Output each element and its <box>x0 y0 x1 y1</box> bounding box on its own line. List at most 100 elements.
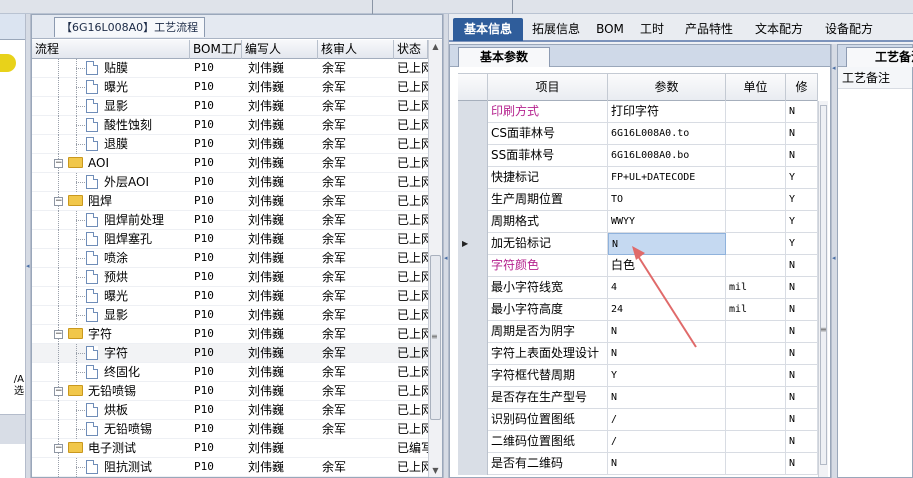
collapse-toggle-icon[interactable]: − <box>54 387 63 396</box>
param-value-cell[interactable]: TO <box>608 189 726 211</box>
tree-node-label[interactable]: 字符 <box>86 344 128 363</box>
tree-step-row[interactable]: 酸性蚀刻 P10 刘伟巍 余军 已上网 <box>32 116 428 135</box>
tree-step-row[interactable]: 显影 P10 刘伟巍 余军 已上网 <box>32 306 428 325</box>
row-indicator[interactable] <box>458 299 488 321</box>
row-indicator[interactable] <box>458 365 488 387</box>
row-indicator[interactable] <box>458 189 488 211</box>
collapse-arrow-icon[interactable]: ◂ <box>832 64 836 72</box>
tree-step-row[interactable]: 终固化 P10 刘伟巍 余军 已上网 <box>32 363 428 382</box>
tree-group-row[interactable]: − AOI P10 刘伟巍 余军 已上网 <box>32 154 428 173</box>
row-indicator[interactable] <box>458 145 488 167</box>
param-row[interactable]: 字符上表面处理设计 N N <box>458 343 818 365</box>
row-indicator[interactable] <box>458 343 488 365</box>
param-value-cell[interactable]: 4 <box>608 277 726 299</box>
tree-node-label[interactable]: 阻焊前处理 <box>86 211 164 230</box>
param-row[interactable]: 识别码位置图纸 / N <box>458 409 818 431</box>
param-row[interactable]: 快捷标记 FP+UL+DATECODE Y <box>458 167 818 189</box>
param-modify-cell[interactable]: N <box>786 321 818 343</box>
collapse-arrow-icon[interactable]: ◂ <box>832 254 836 262</box>
param-value-cell[interactable]: / <box>608 431 726 453</box>
param-value-cell[interactable]: N <box>608 233 726 255</box>
tree-node-label[interactable]: 无铅喷锡 <box>68 382 136 401</box>
tree-step-row[interactable]: 阻焊塞孔 P10 刘伟巍 余军 已上网 <box>32 230 428 249</box>
collapse-toggle-icon[interactable]: − <box>54 197 63 206</box>
param-modify-cell[interactable]: N <box>786 387 818 409</box>
tab-work-hours[interactable]: 工时 <box>633 18 671 41</box>
param-row[interactable]: 是否有二维码 N N <box>458 453 818 475</box>
row-indicator[interactable] <box>458 101 488 123</box>
param-row[interactable]: 字符框代替周期 Y N <box>458 365 818 387</box>
tree-node-label[interactable]: 显影 <box>86 97 128 116</box>
tree-group-row[interactable]: − 阻焊 P10 刘伟巍 余军 已上网 <box>32 192 428 211</box>
row-indicator[interactable] <box>458 277 488 299</box>
param-modify-cell[interactable]: N <box>786 101 818 123</box>
param-modify-cell[interactable]: Y <box>786 189 818 211</box>
row-indicator[interactable] <box>458 167 488 189</box>
param-modify-cell[interactable]: N <box>786 431 818 453</box>
row-indicator[interactable] <box>458 255 488 277</box>
param-modify-cell[interactable]: N <box>786 343 818 365</box>
tree-step-row[interactable]: 字符 P10 刘伟巍 余军 已上网 <box>32 344 428 363</box>
param-value-cell[interactable]: 6G16L008A0.to <box>608 123 726 145</box>
param-value-cell[interactable]: 白色 <box>608 255 726 277</box>
row-indicator[interactable] <box>458 431 488 453</box>
param-row[interactable]: CS面菲林号 6G16L008A0.to N <box>458 123 818 145</box>
grid-header-item[interactable]: 项目 <box>488 74 608 101</box>
param-value-cell[interactable]: 24 <box>608 299 726 321</box>
row-indicator[interactable] <box>458 409 488 431</box>
tree-group-row[interactable]: − 字符 P10 刘伟巍 余军 已上网 <box>32 325 428 344</box>
param-modify-cell[interactable]: N <box>786 453 818 475</box>
tree-step-row[interactable]: 阻焊前处理 P10 刘伟巍 余军 已上网 <box>32 211 428 230</box>
param-modify-cell[interactable]: N <box>786 277 818 299</box>
tree-step-row[interactable]: 预烘 P10 刘伟巍 余军 已上网 <box>32 268 428 287</box>
param-modify-cell[interactable]: N <box>786 299 818 321</box>
param-modify-cell[interactable]: N <box>786 123 818 145</box>
column-header-bom[interactable]: BOM工厂 <box>190 40 242 59</box>
collapse-toggle-icon[interactable]: − <box>54 444 63 453</box>
collapse-toggle-icon[interactable]: − <box>54 159 63 168</box>
process-flow-scrollbar[interactable]: ▲ ≡ ▼ <box>428 40 442 477</box>
collapse-toggle-icon[interactable]: − <box>54 330 63 339</box>
collapse-arrow-icon[interactable]: ◂ <box>26 262 30 270</box>
param-row[interactable]: 二维码位置图纸 / N <box>458 431 818 453</box>
row-indicator[interactable] <box>458 453 488 475</box>
param-value-cell[interactable]: 6G16L008A0.bo <box>608 145 726 167</box>
tree-node-label[interactable]: 显影 <box>86 306 128 325</box>
param-value-cell[interactable]: Y <box>608 365 726 387</box>
param-modify-cell[interactable]: Y <box>786 233 818 255</box>
tree-node-label[interactable]: 无铅喷锡 <box>86 420 152 439</box>
tree-node-label[interactable]: 曝光 <box>86 287 128 306</box>
grid-header-modify[interactable]: 修 <box>786 74 818 101</box>
tab-text-recipe[interactable]: 文本配方 <box>747 18 811 41</box>
tree-node-label[interactable]: 酸性蚀刻 <box>86 116 152 135</box>
grid-scrollbar[interactable]: ≡ <box>818 101 828 477</box>
param-value-cell[interactable]: / <box>608 409 726 431</box>
tree-node-label[interactable]: 贴膜 <box>86 59 128 78</box>
tree-node-label[interactable]: 烘板 <box>86 401 128 420</box>
param-modify-cell[interactable]: Y <box>786 211 818 233</box>
tab-equipment-recipe[interactable]: 设备配方 <box>817 18 881 41</box>
param-value-cell[interactable]: WWYY <box>608 211 726 233</box>
collapse-arrow-icon[interactable]: ◂ <box>444 254 448 262</box>
scroll-down-icon[interactable]: ▼ <box>429 464 442 477</box>
param-row[interactable]: 最小字符高度 24 mil N <box>458 299 818 321</box>
param-modify-cell[interactable]: N <box>786 409 818 431</box>
column-header-reviewer[interactable]: 核审人 <box>318 40 394 59</box>
scroll-up-icon[interactable]: ▲ <box>429 40 442 53</box>
tree-node-label[interactable]: 阻焊 <box>68 192 112 211</box>
row-indicator[interactable] <box>458 321 488 343</box>
param-row[interactable]: 是否存在生产型号 N N <box>458 387 818 409</box>
tree-node-label[interactable]: 外层AOI <box>86 173 149 192</box>
tree-step-row[interactable]: 曝光 P10 刘伟巍 余军 已上网 <box>32 287 428 306</box>
grid-header-param[interactable]: 参数 <box>608 74 726 101</box>
param-modify-cell[interactable]: N <box>786 365 818 387</box>
current-row-icon[interactable]: ▶ <box>458 233 488 255</box>
tree-node-label[interactable]: 阻抗测试 <box>86 458 152 477</box>
tree-step-row[interactable]: 阻抗测试 P10 刘伟巍 余军 已上网 <box>32 458 428 477</box>
param-row[interactable]: ▶ 加无铅标记 N Y <box>458 233 818 255</box>
tree-step-row[interactable]: 无铅喷锡 P10 刘伟巍 余军 已上网 <box>32 420 428 439</box>
tree-node-label[interactable]: 终固化 <box>86 363 140 382</box>
tree-step-row[interactable]: 贴膜 P10 刘伟巍 余军 已上网 <box>32 59 428 78</box>
param-value-cell[interactable]: FP+UL+DATECODE <box>608 167 726 189</box>
tree-step-row[interactable]: 外层AOI P10 刘伟巍 余军 已上网 <box>32 173 428 192</box>
